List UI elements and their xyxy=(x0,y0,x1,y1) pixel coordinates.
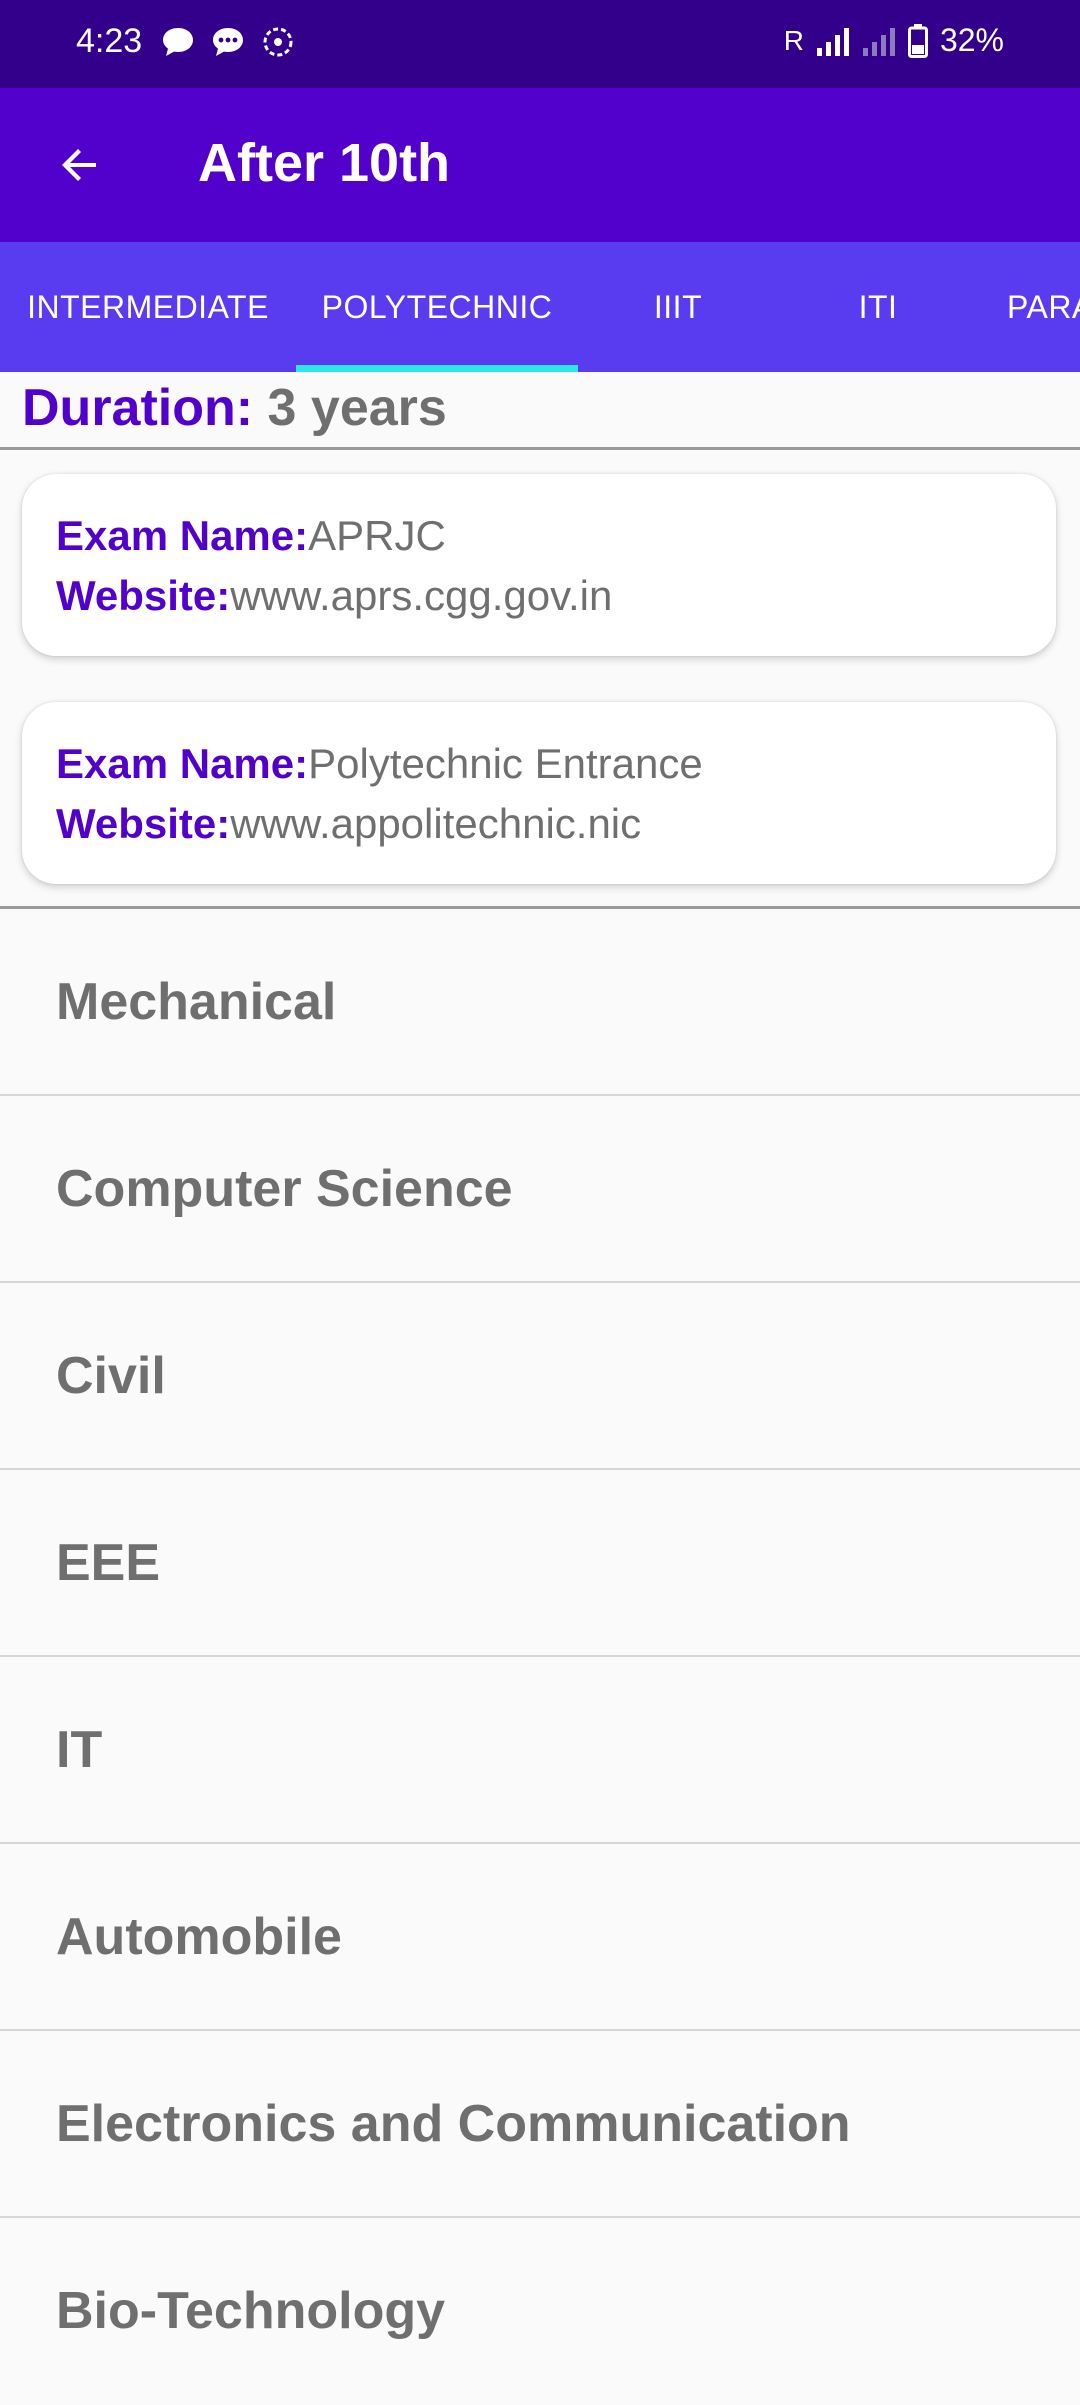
course-list-item[interactable]: Computer Science xyxy=(0,1097,1080,1283)
roaming-indicator: R xyxy=(783,24,804,56)
course-list-item[interactable]: Electronics and Communication xyxy=(0,2032,1080,2218)
tab-polytechnic[interactable]: POLYTECHNIC xyxy=(296,242,578,372)
course-label: Mechanical xyxy=(56,973,337,1031)
exam-website-value: www.aprs.cgg.gov.in xyxy=(230,572,613,619)
divider xyxy=(0,906,1080,909)
course-list-item[interactable]: Bio-Technology xyxy=(0,2219,1080,2405)
divider xyxy=(0,447,1080,450)
notification-icons xyxy=(160,24,296,60)
exam-website-row: Website:www.aprs.cgg.gov.in xyxy=(56,572,612,620)
duration-label: Duration: xyxy=(22,379,254,437)
course-label: Electronics and Communication xyxy=(56,2095,851,2153)
sync-icon xyxy=(263,27,293,57)
exam-name-label: Exam Name: xyxy=(56,740,309,787)
tab-bar: INTERMEDIATE POLYTECHNIC IIIT ITI PARA xyxy=(0,242,1080,372)
duration-row: Duration: 3 years xyxy=(22,378,447,438)
tab-intermediate[interactable]: INTERMEDIATE xyxy=(0,242,296,372)
exam-website-label: Website: xyxy=(56,800,231,847)
course-list-item[interactable]: Automobile xyxy=(0,1845,1080,2031)
back-button[interactable] xyxy=(40,125,120,205)
status-bar: 4:23 R 32% xyxy=(0,0,1080,88)
exam-name-row: Exam Name:Polytechnic Entrance xyxy=(56,740,703,788)
course-list-item[interactable]: Mechanical xyxy=(0,910,1080,1096)
exam-website-value: www.appolitechnic.nic xyxy=(230,800,642,847)
signal-icon-secondary xyxy=(862,27,895,56)
course-label: Civil xyxy=(56,1347,166,1405)
battery-percent: 32% xyxy=(939,22,1004,58)
chat-bubble-icon xyxy=(163,28,193,56)
exam-website-row: Website:www.appolitechnic.nic xyxy=(56,800,641,848)
exam-website-label: Website: xyxy=(56,572,231,619)
course-list-item[interactable]: EEE xyxy=(0,1471,1080,1657)
exam-card[interactable]: Exam Name:Polytechnic Entrance Website:w… xyxy=(22,702,1056,884)
tab-iti[interactable]: ITI xyxy=(778,242,978,372)
status-time: 4:23 xyxy=(76,22,143,60)
exam-name-value: Polytechnic Entrance xyxy=(308,740,703,787)
selected-tab-indicator xyxy=(296,365,578,372)
exam-name-value: APRJC xyxy=(308,512,446,559)
app-bar: After 10th xyxy=(0,88,1080,242)
signal-icon xyxy=(816,27,849,56)
course-list-item[interactable]: Civil xyxy=(0,1284,1080,1470)
exam-name-row: Exam Name:APRJC xyxy=(56,512,446,560)
page-title: After 10th xyxy=(198,133,451,193)
course-label: Automobile xyxy=(56,1908,342,1966)
course-label: EEE xyxy=(56,1534,161,1592)
tab-iiit[interactable]: IIIT xyxy=(578,242,778,372)
tab-para[interactable]: PARA xyxy=(1007,242,1080,372)
course-label: Bio-Technology xyxy=(56,2282,446,2340)
status-right: R 32% xyxy=(784,22,1004,59)
message-icon xyxy=(213,28,243,56)
duration-value: 3 years xyxy=(267,379,447,437)
course-label: Computer Science xyxy=(56,1160,513,1218)
arrow-back-icon xyxy=(62,149,96,181)
exam-name-label: Exam Name: xyxy=(56,512,309,559)
exam-card[interactable]: Exam Name:APRJC Website:www.aprs.cgg.gov… xyxy=(22,474,1056,656)
course-label: IT xyxy=(56,1721,103,1779)
battery-icon xyxy=(907,23,928,58)
course-list-item[interactable]: IT xyxy=(0,1658,1080,1844)
